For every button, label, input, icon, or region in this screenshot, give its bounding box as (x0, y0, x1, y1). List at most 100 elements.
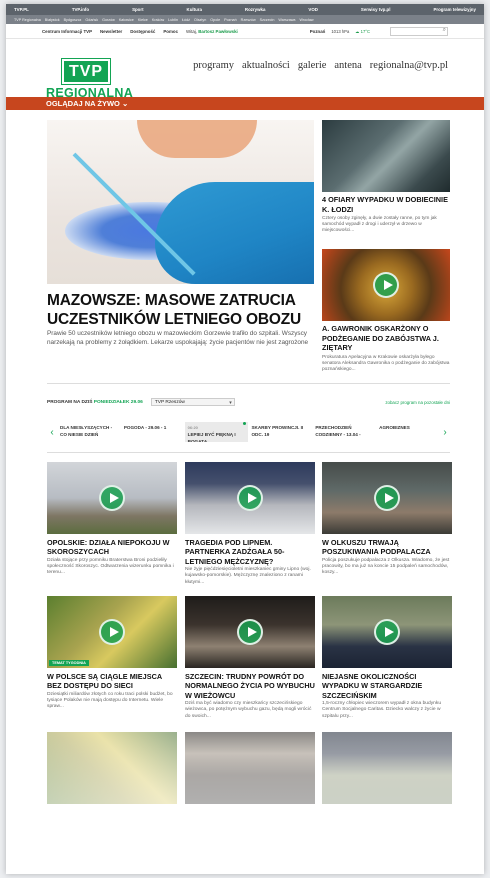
program-header: PROGRAM NA DZIŚ PONIEDZIAŁEK 29.06 TVP R… (47, 396, 450, 408)
hero-orange-shape (137, 120, 257, 158)
card-image[interactable] (185, 596, 315, 668)
service-link[interactable]: Sport (132, 7, 143, 12)
side-article[interactable]: 4 OFIARY WYPADKU W DOBIECINIE K. ŁODZI C… (322, 120, 450, 234)
schedule-item-current[interactable]: 06:20 LEPIEJ BYĆ PIĘKNĄ I BOGATĄ (184, 422, 249, 442)
city-link[interactable]: Poznań (224, 18, 237, 22)
info-link[interactable]: Dostępność (130, 29, 155, 34)
city-link[interactable]: Białystok (45, 18, 60, 22)
play-icon[interactable] (374, 485, 400, 511)
schedule-title: LEPIEJ BYĆ PIĘKNĄ I BOGATĄ (187, 432, 236, 442)
full-program-link[interactable]: zobacz program na pozostałe dni (385, 400, 450, 405)
service-link[interactable]: Serwisy tvp.pl (361, 7, 391, 12)
logo-box: TVP (61, 58, 111, 85)
user-name-link[interactable]: Bartosz Pawłowski (198, 29, 238, 34)
schedule-title: DLA NIESŁYSZĄCYCH - CO NIESIE DZIEŃ (60, 425, 113, 437)
schedule-item[interactable]: SKARBY PROWINCJI. II ODC. 19 (248, 422, 312, 442)
card-image[interactable] (322, 596, 452, 668)
schedule-item[interactable]: DLA NIESŁYSZĄCYCH - CO NIESIE DZIEŃ (57, 422, 121, 442)
service-link[interactable]: VOD (308, 7, 318, 12)
city-link[interactable]: Warszawa (278, 18, 295, 22)
city-link[interactable]: Kraków (152, 18, 164, 22)
hero-glove (155, 182, 314, 284)
city-link[interactable]: Szczecin (260, 18, 275, 22)
news-card[interactable]: NIEJASNE OKOLICZNOŚCI WYPADKU W STARGARD… (322, 596, 452, 720)
city-link[interactable]: Bydgoszcz (64, 18, 82, 22)
info-link[interactable]: Pomoc (163, 29, 178, 34)
card-image[interactable]: TEMAT TYGODNIA (47, 596, 177, 668)
nav-item-email[interactable]: regionalna@tvp.pl (370, 60, 448, 71)
card-title[interactable]: W OLKUSZU TRWAJĄ POSZUKIWANIA PODPALACZA (322, 538, 452, 557)
city-link[interactable]: Łódź (182, 18, 190, 22)
play-icon[interactable] (99, 619, 125, 645)
search-icon[interactable]: ⌕ (443, 27, 446, 34)
divider (47, 452, 450, 453)
news-card[interactable]: TRAGEDIA POD LIPNEM. PARTNERKA ZADŹGAŁA … (185, 462, 315, 586)
info-link[interactable]: Newsletter (100, 29, 122, 34)
nav-item-aktualnosci[interactable]: aktualności (242, 60, 290, 71)
card-image[interactable] (47, 462, 177, 534)
greeting-text: Witaj, (186, 28, 197, 34)
play-icon[interactable] (237, 619, 263, 645)
chevron-left-icon[interactable]: ‹ (47, 427, 57, 438)
weather-city[interactable]: Poznań (310, 29, 326, 34)
card-image[interactable] (322, 462, 452, 534)
card-image[interactable] (185, 462, 315, 534)
schedule-item[interactable]: POGODA - 29.06 - 1 (121, 422, 185, 442)
service-link[interactable]: TVP.info (72, 7, 89, 12)
city-link[interactable]: Olsztyn (194, 18, 206, 22)
card-title[interactable]: NIEJASNE OKOLICZNOŚCI WYPADKU W STARGARD… (322, 672, 452, 700)
city-link[interactable]: Lublin (168, 18, 178, 22)
station-select[interactable]: TVP Rzeszów (150, 398, 235, 407)
city-link[interactable]: Kielce (138, 18, 148, 22)
info-link[interactable]: Centrum Informacji TVP (42, 29, 92, 34)
service-link[interactable]: Program telewizyjny (433, 7, 475, 12)
nav-item-programy[interactable]: programy (193, 60, 234, 71)
service-link[interactable]: Rozrywka (245, 7, 266, 12)
service-link[interactable]: TVP.PL (14, 7, 29, 12)
service-link[interactable]: Kultura (187, 7, 202, 12)
live-bar[interactable]: OGLĄDAJ NA ŻYWO ⌄ (6, 97, 484, 110)
news-card[interactable]: TEMAT TYGODNIA W POLSCE SĄ CIĄGLE MIEJSC… (47, 596, 177, 710)
schedule-item[interactable]: PRZECHODZIEŃ CODZIENNY - 13.04 - (312, 422, 376, 442)
article-image[interactable] (322, 249, 450, 321)
search-input[interactable]: ⌕ (390, 26, 448, 36)
side-article[interactable]: A. GAWRONIK OSKARŻONY O PODŻEGANIE DO ZA… (322, 249, 450, 373)
city-link[interactable]: Wrocław (299, 18, 313, 22)
city-link[interactable]: TVP Regionalna (14, 18, 41, 22)
nav-item-antena[interactable]: antena (334, 60, 361, 71)
article-title[interactable]: A. GAWRONIK OSKARŻONY O PODŻEGANIE DO ZA… (322, 324, 450, 353)
schedule-title: PRZECHODZIEŃ CODZIENNY - 13.04 - (315, 425, 361, 437)
chevron-right-icon[interactable]: › (440, 427, 450, 438)
city-link[interactable]: Katowice (119, 18, 134, 22)
schedule-title: POGODA - 29.06 - 1 (123, 425, 167, 430)
card-title[interactable]: OPOLSKIE: DZIAŁA NIEPOKOJU W SKOROSZYCAC… (47, 538, 177, 557)
card-title[interactable]: W POLSCE SĄ CIĄGLE MIEJSCA BEZ DOSTĘPU D… (47, 672, 177, 691)
city-link[interactable]: Opole (210, 18, 220, 22)
watch-live-label[interactable]: OGLĄDAJ NA ŻYWO ⌄ (46, 99, 128, 108)
reflection-fade (6, 732, 484, 874)
divider (47, 383, 450, 384)
schedule-item[interactable]: AGROBIZNES (376, 422, 440, 442)
card-title[interactable]: TRAGEDIA POD LIPNEM. PARTNERKA ZADŹGAŁA … (185, 538, 315, 566)
hero-headline[interactable]: MAZOWSZE: MASOWE ZATRUCIA UCZESTNIKÓW LE… (47, 291, 309, 329)
nav-item-galerie[interactable]: galerie (298, 60, 327, 71)
city-link[interactable]: Gdańsk (85, 18, 98, 22)
play-icon[interactable] (99, 485, 125, 511)
news-card[interactable]: W OLKUSZU TRWAJĄ POSZUKIWANIA PODPALACZA… (322, 462, 452, 576)
city-link[interactable]: Gorzów (102, 18, 115, 22)
city-link[interactable]: Rzeszów (241, 18, 256, 22)
play-icon[interactable] (374, 619, 400, 645)
play-icon[interactable] (237, 485, 263, 511)
play-icon[interactable] (373, 272, 399, 298)
card-lead: Dziesiątki miliardów złotych co roku tra… (47, 691, 173, 710)
article-lead: Cztery osoby zginęły, a dwie zostały ran… (322, 216, 437, 233)
hero-image[interactable] (47, 120, 314, 284)
news-card[interactable]: SZCZECIN: TRUDNY POWRÓT DO NORMALNEGO ŻY… (185, 596, 315, 720)
program-day: PONIEDZIAŁEK 29.06 (93, 399, 143, 405)
article-image[interactable] (322, 120, 450, 192)
program-schedule: ‹ DLA NIESŁYSZĄCYCH - CO NIESIE DZIEŃ PO… (47, 418, 450, 446)
news-card[interactable]: OPOLSKIE: DZIAŁA NIEPOKOJU W SKOROSZYCAC… (47, 462, 177, 576)
hero-lead: Prawie 50 uczestników letniego obozu w m… (47, 330, 309, 346)
article-title[interactable]: 4 OFIARY WYPADKU W DOBIECINIE K. ŁODZI (322, 195, 450, 214)
card-title[interactable]: SZCZECIN: TRUDNY POWRÓT DO NORMALNEGO ŻY… (185, 672, 315, 700)
